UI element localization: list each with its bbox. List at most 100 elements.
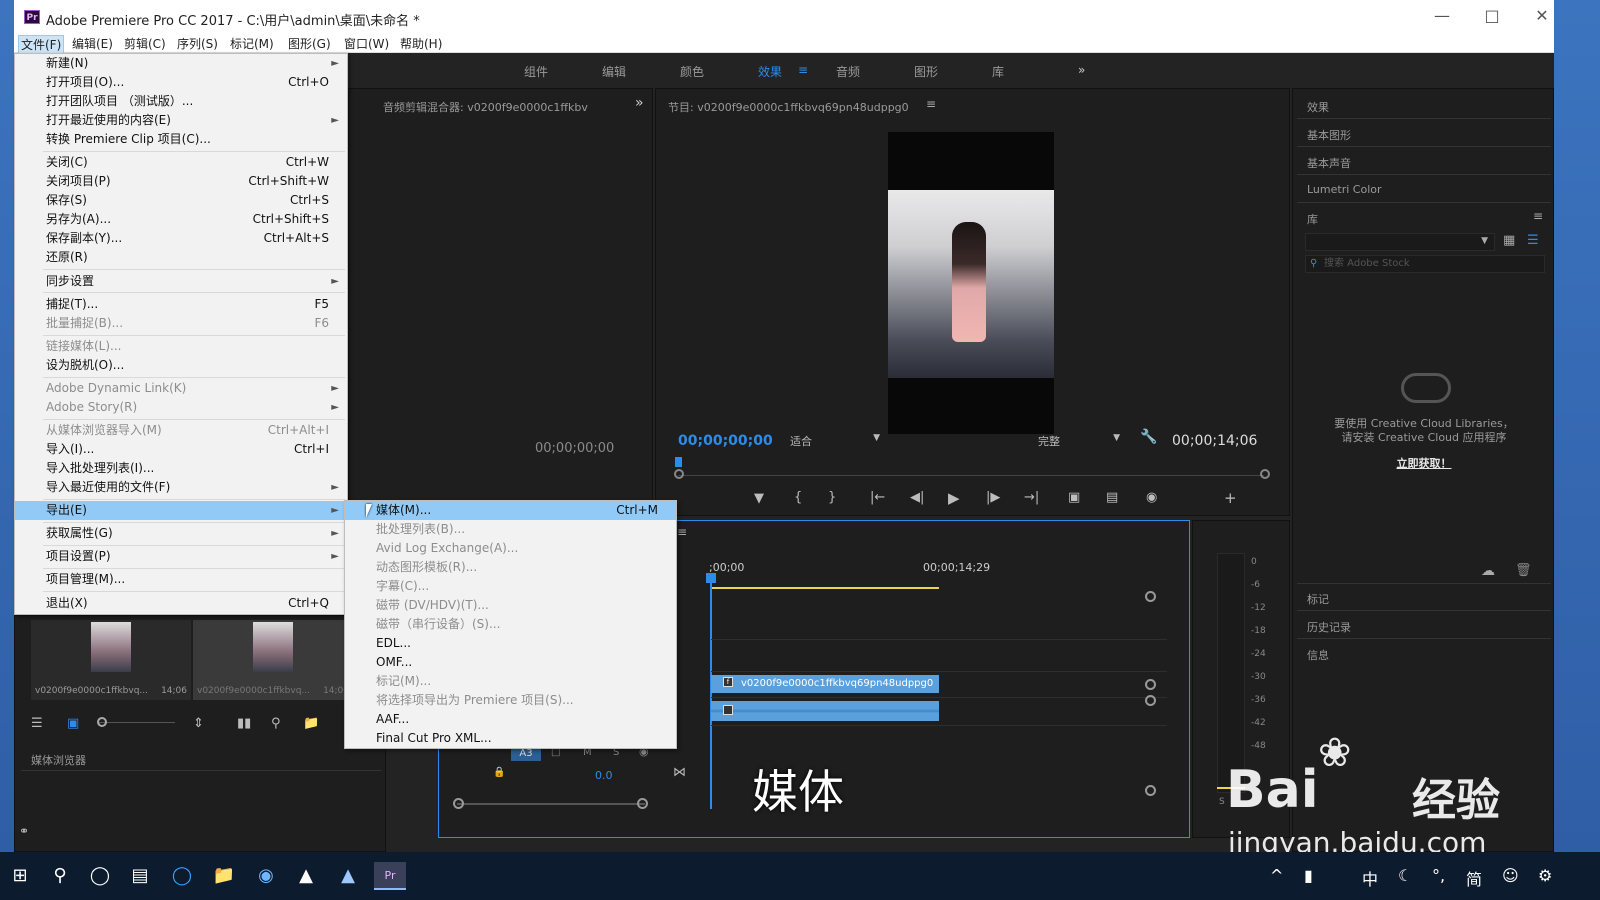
project-item[interactable]: v0200f9e0000c1ffkbvq... 14;06: [193, 620, 353, 700]
mark-in-icon[interactable]: {: [794, 490, 802, 505]
zoom-slider-handle[interactable]: [97, 717, 107, 727]
menu-item[interactable]: 退出(X) Ctrl+Q: [15, 594, 347, 613]
menu-item[interactable]: Adobe Dynamic Link(K) ►: [15, 379, 347, 398]
wrench-icon[interactable]: 🔧: [1140, 429, 1157, 445]
playhead-scrubber[interactable]: [678, 475, 1264, 476]
lift-icon[interactable]: ▣: [1068, 490, 1080, 505]
tray-punctuation-icon[interactable]: °,: [1432, 866, 1445, 885]
meter-solo-label[interactable]: S: [1219, 797, 1225, 807]
minimize-button[interactable]: —: [1422, 6, 1462, 28]
menu-item[interactable]: 打开项目(O)... Ctrl+O: [15, 73, 347, 92]
panel-expand-icon[interactable]: »: [635, 95, 644, 111]
fit-select[interactable]: 适合 ▼: [790, 433, 886, 449]
menu-item[interactable]: 导入最近使用的文件(F) ►: [15, 478, 347, 497]
submenu-item[interactable]: 批处理列表(B)...: [345, 520, 676, 539]
menu-file[interactable]: 文件(F): [18, 35, 65, 54]
timeline-playhead-marker[interactable]: [706, 573, 716, 583]
menu-item[interactable]: 同步设置 ►: [15, 272, 347, 291]
workspace-libraries[interactable]: 库: [992, 63, 1004, 80]
cloud-sync-icon[interactable]: ☁: [1481, 563, 1495, 579]
library-select[interactable]: ▼: [1305, 233, 1495, 251]
project-item[interactable]: v0200f9e0000c1ffkbvq... 14;06: [31, 620, 191, 700]
playhead-marker[interactable]: [675, 457, 682, 467]
menu-item[interactable]: 关闭项目(P) Ctrl+Shift+W: [15, 172, 347, 191]
qq-icon[interactable]: ▲: [292, 862, 320, 890]
snap-icon[interactable]: ⋈: [673, 765, 686, 780]
menu-item[interactable]: 保存(S) Ctrl+S: [15, 191, 347, 210]
audio-mixer-title[interactable]: 音频剪辑混合器: v0200f9e0000c1ffkbv: [383, 99, 588, 115]
workspace-audio[interactable]: 音频: [836, 63, 860, 80]
video-clip[interactable]: f v0200f9e0000c1ffkbvq69pn48udppg0: [711, 675, 939, 693]
menu-item[interactable]: 新建(N) ►: [15, 54, 347, 73]
effects-panel-tab[interactable]: 效果: [1307, 99, 1329, 115]
app-icon[interactable]: ▲: [334, 862, 362, 890]
zoom-handle-left[interactable]: [674, 469, 684, 479]
submenu-item-media[interactable]: 媒体(M)... Ctrl+M: [345, 501, 676, 520]
menu-item[interactable]: 捕捉(T)... F5: [15, 295, 347, 314]
workspace-graphics[interactable]: 图形: [914, 63, 938, 80]
search-icon[interactable]: ⚲: [46, 862, 74, 890]
list-view-icon[interactable]: ☰: [31, 716, 43, 731]
go-to-out-icon[interactable]: →|: [1024, 490, 1039, 505]
menu-item[interactable]: 项目管理(M)...: [15, 570, 347, 589]
libraries-panel-title[interactable]: 库: [1307, 211, 1318, 227]
menu-marker[interactable]: 标记(M): [228, 35, 276, 52]
menu-item[interactable]: 导入批处理列表(I)...: [15, 459, 347, 478]
windows-start-icon[interactable]: ⊞: [6, 862, 34, 890]
work-area-bar[interactable]: [711, 587, 939, 589]
info-panel-tab[interactable]: 信息: [1307, 647, 1329, 663]
tray-emoji-icon[interactable]: ☺: [1502, 866, 1519, 885]
tray-ime-simplified[interactable]: 简: [1466, 866, 1482, 890]
step-forward-icon[interactable]: |▶: [986, 490, 1000, 505]
lock-icon[interactable]: 🔒: [493, 767, 505, 778]
menu-item[interactable]: Adobe Story(R) ►: [15, 398, 347, 417]
panel-menu-icon[interactable]: ≡: [926, 97, 936, 111]
get-cc-link[interactable]: 立即获取！: [1297, 455, 1551, 471]
submenu-item[interactable]: Final Cut Pro XML...: [345, 729, 676, 748]
current-timecode[interactable]: 00;00;00;00: [678, 433, 773, 449]
markers-panel-tab[interactable]: 标记: [1307, 591, 1329, 607]
menu-item[interactable]: 打开最近使用的内容(E) ►: [15, 111, 347, 130]
submenu-item[interactable]: 动态图形模板(R)...: [345, 558, 676, 577]
cortana-icon[interactable]: ◯: [86, 862, 114, 890]
icon-view-icon[interactable]: ▣: [67, 716, 79, 731]
tray-ime-chinese[interactable]: 中: [1362, 866, 1378, 890]
workspace-color[interactable]: 颜色: [680, 63, 704, 80]
submenu-item[interactable]: 标记(M)...: [345, 672, 676, 691]
menu-graphics[interactable]: 图形(G): [286, 35, 333, 52]
scroll-handle-left[interactable]: [453, 798, 464, 809]
quality-select[interactable]: 完整 ▼: [1038, 433, 1124, 449]
media-browser-tab[interactable]: 媒体浏览器: [31, 752, 86, 768]
grid-view-icon[interactable]: ▦: [1503, 233, 1515, 248]
menu-item[interactable]: 批量捕捉(B)... F6: [15, 314, 347, 333]
edge-browser-icon[interactable]: ◯: [168, 862, 196, 890]
vertical-scroll-handle[interactable]: [1145, 695, 1156, 706]
browser-icon[interactable]: ◉: [252, 862, 280, 890]
zoom-handle-right[interactable]: [1260, 469, 1270, 479]
tray-battery-icon[interactable]: ▮: [1304, 866, 1313, 885]
timeline-menu-icon[interactable]: ≡: [677, 525, 687, 539]
history-panel-tab[interactable]: 历史记录: [1307, 619, 1351, 635]
menu-item[interactable]: 还原(R): [15, 248, 347, 267]
submenu-item[interactable]: EDL...: [345, 634, 676, 653]
submenu-item[interactable]: OMF...: [345, 653, 676, 672]
sort-icon[interactable]: ⇕: [193, 716, 204, 731]
close-button[interactable]: ✕: [1522, 6, 1562, 28]
menu-sequence[interactable]: 序列(S): [175, 35, 220, 52]
go-to-in-icon[interactable]: |←: [870, 490, 885, 505]
maximize-button[interactable]: □: [1472, 6, 1512, 28]
program-monitor-title[interactable]: 节目: v0200f9e0000c1ffkbvq69pn48udppg0: [668, 99, 909, 115]
essential-graphics-panel-tab[interactable]: 基本图形: [1307, 127, 1351, 143]
vertical-scroll-handle[interactable]: [1145, 679, 1156, 690]
file-explorer-icon[interactable]: 📁: [210, 862, 238, 890]
automate-to-sequence-icon[interactable]: ▮▮: [237, 716, 251, 731]
menu-item[interactable]: 保存副本(Y)... Ctrl+Alt+S: [15, 229, 347, 248]
workspace-menu-icon[interactable]: ≡: [798, 63, 808, 77]
list-view-icon[interactable]: ☰: [1527, 233, 1539, 248]
step-back-icon[interactable]: ◀|: [910, 490, 924, 505]
menu-item[interactable]: 转换 Premiere Clip 项目(C)...: [15, 130, 347, 149]
menu-help[interactable]: 帮助(H): [398, 35, 444, 52]
mark-out-icon[interactable]: }: [828, 490, 836, 505]
scroll-handle-right[interactable]: [637, 798, 648, 809]
add-marker-icon[interactable]: ▼: [754, 491, 764, 506]
